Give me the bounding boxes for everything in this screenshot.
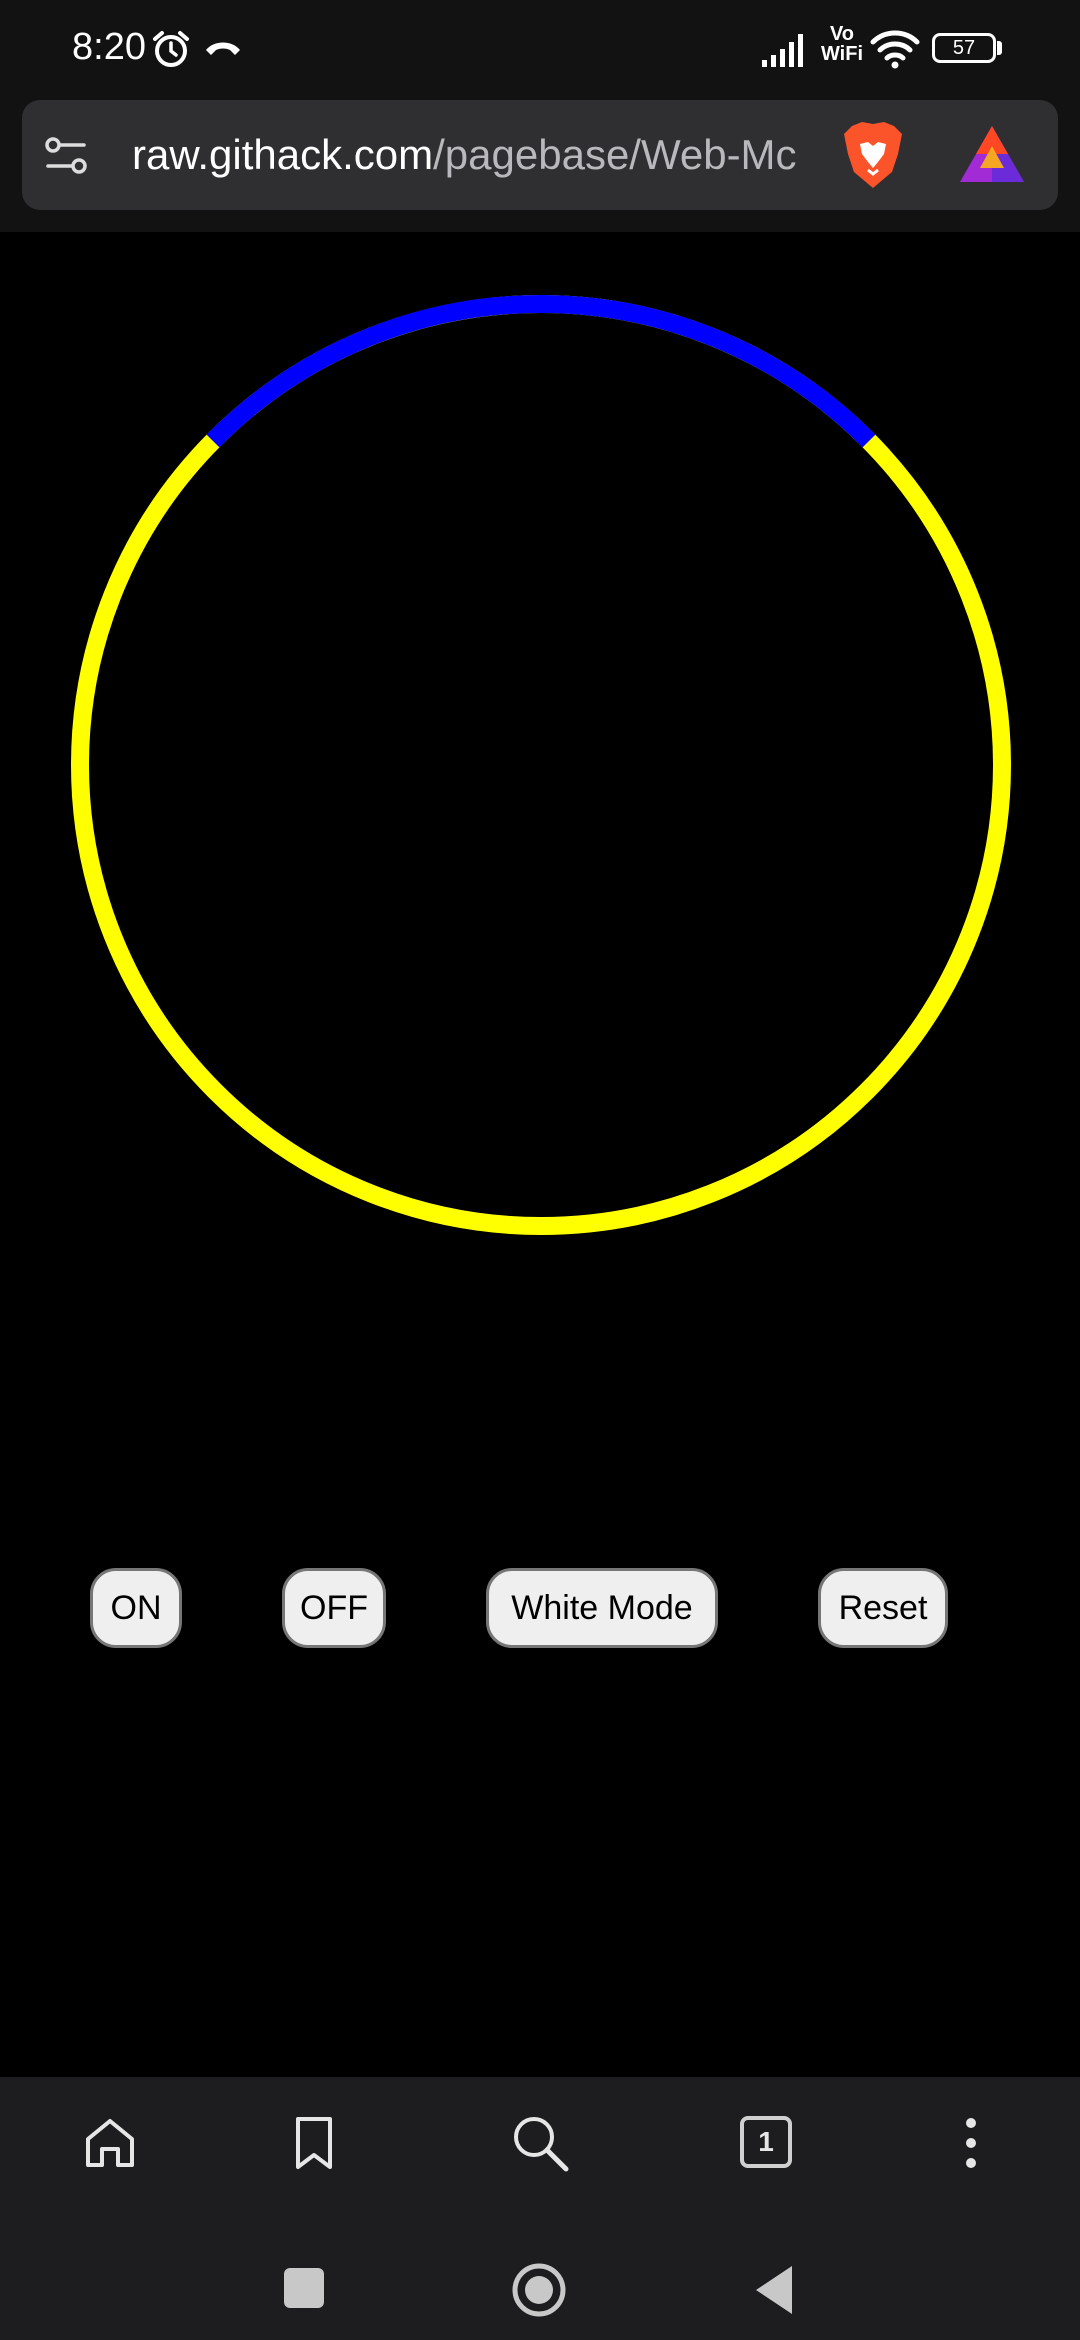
site-settings-icon[interactable] (44, 134, 88, 178)
back-icon[interactable] (752, 2264, 796, 2316)
brave-shields-icon[interactable] (840, 120, 906, 192)
dial-ring[interactable] (68, 292, 1014, 1238)
reset-button[interactable]: Reset (818, 1568, 948, 1648)
web-content: ON OFF White Mode Reset (0, 232, 1080, 2077)
vowifi-label-bottom: WiFi (820, 43, 864, 65)
search-icon[interactable] (510, 2113, 570, 2173)
home-circle-icon[interactable] (511, 2262, 567, 2318)
vowifi-label-top: Vo (829, 23, 855, 45)
browser-toolbar (0, 2077, 1080, 2212)
battery-icon: 57 (932, 33, 996, 63)
status-time: 8:20 (72, 26, 146, 68)
brave-rewards-icon[interactable] (958, 124, 1026, 186)
white-mode-button[interactable]: White Mode (486, 1568, 718, 1648)
more-icon[interactable] (956, 2115, 986, 2171)
system-navigation-bar (0, 2212, 1080, 2340)
url-host: raw.githack.com (132, 131, 434, 178)
recents-icon[interactable] (284, 2268, 324, 2308)
status-bar: 8:20 Vo WiFi 57 (0, 0, 1080, 100)
address-bar[interactable]: raw.githack.com/pagebase/Web-Mc (22, 100, 1058, 210)
alarm-icon (153, 31, 189, 67)
url-text[interactable]: raw.githack.com/pagebase/Web-Mc (132, 130, 834, 180)
url-path: /pagebase/Web-Mc (433, 131, 797, 178)
battery-tip (997, 41, 1002, 55)
signal-icon (762, 34, 803, 67)
battery-level: 57 (952, 37, 976, 59)
vowifi-label: Vo WiFi (818, 24, 866, 64)
home-icon[interactable] (82, 2115, 138, 2171)
dial-ring-blue-arc (206, 295, 876, 448)
bookmark-icon[interactable] (290, 2115, 338, 2171)
off-button[interactable]: OFF (282, 1568, 386, 1648)
browser-address-area: raw.githack.com/pagebase/Web-Mc (0, 100, 1080, 232)
on-button[interactable]: ON (90, 1568, 182, 1648)
wifi-icon (870, 30, 920, 69)
tabs-icon[interactable]: 1 (740, 2116, 792, 2168)
call-icon (206, 42, 240, 55)
